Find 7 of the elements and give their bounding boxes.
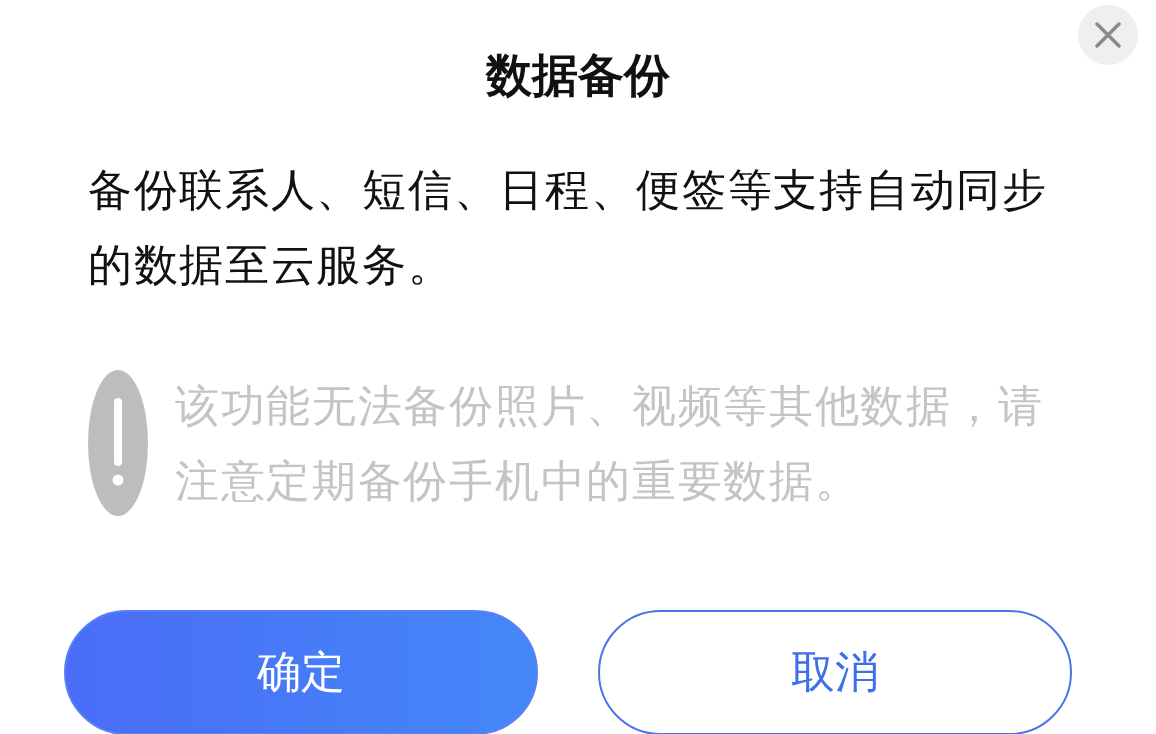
confirm-button[interactable]: 确定: [64, 610, 538, 734]
dialog-title: 数据备份: [484, 47, 671, 104]
message-text: 备份联系人、短信、日程、便签等支持自动同步的数据至云服务。: [88, 163, 1049, 292]
close-icon: [1095, 22, 1121, 48]
exclamation-icon: [88, 370, 148, 516]
cancel-button[interactable]: 取消: [598, 610, 1072, 734]
warning-text: 该功能无法备份照片、视频等其他数据，请注意定期备份手机中的重要数据。: [175, 379, 1045, 508]
